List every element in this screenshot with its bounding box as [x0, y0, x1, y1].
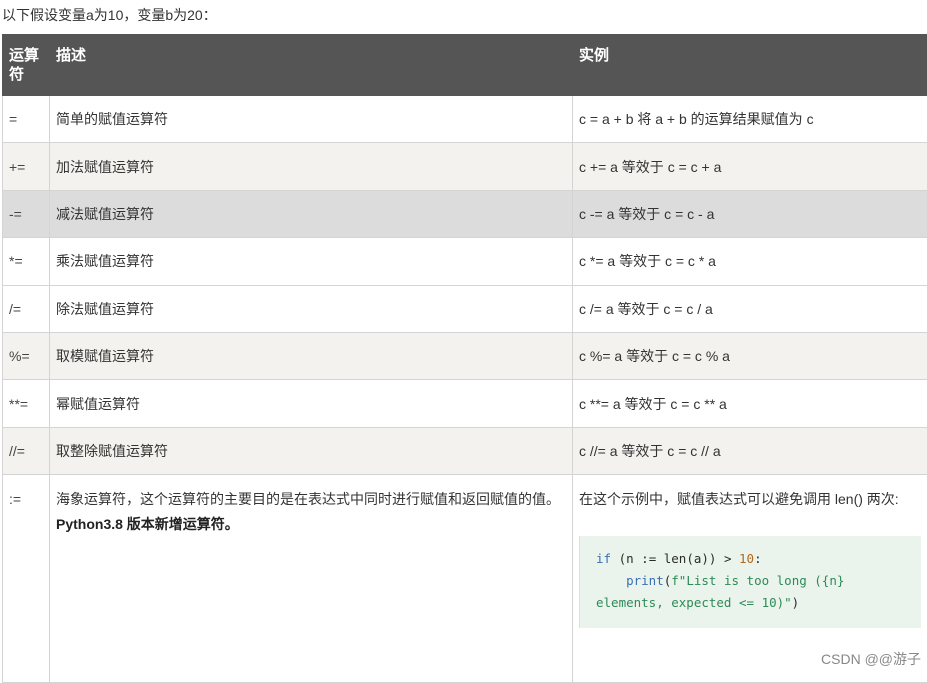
table-row: %= 取模赋值运算符 c %= a 等效于 c = c % a: [3, 332, 927, 379]
table-row: /= 除法赋值运算符 c /= a 等效于 c = c / a: [3, 285, 927, 332]
header-example: 实例: [573, 35, 927, 96]
example-cell: c += a 等效于 c = c + a: [573, 143, 927, 190]
header-operator: 运算符: [3, 35, 50, 96]
intro-text: 以下假设变量a为10，变量b为20：: [2, 5, 922, 25]
table-row: += 加法赋值运算符 c += a 等效于 c = c + a: [3, 143, 927, 190]
description-cell: 取模赋值运算符: [50, 332, 573, 379]
code-colon: :: [754, 551, 762, 566]
code-number: 10: [739, 551, 754, 566]
operator-cell: =: [3, 96, 50, 143]
description-cell: 简单的赋值运算符: [50, 96, 573, 143]
table-row: -= 减法赋值运算符 c -= a 等效于 c = c - a: [3, 190, 927, 237]
description-cell: 除法赋值运算符: [50, 285, 573, 332]
description-cell: 加法赋值运算符: [50, 143, 573, 190]
operator-cell: -=: [3, 190, 50, 237]
walrus-description: 海象运算符，这个运算符的主要目的是在表达式中同时进行赋值和返回赋值的值。: [56, 491, 560, 507]
example-cell: c *= a 等效于 c = c * a: [573, 238, 927, 285]
description-cell: 海象运算符，这个运算符的主要目的是在表达式中同时进行赋值和返回赋值的值。 Pyth…: [50, 475, 573, 683]
operator-cell: :=: [3, 475, 50, 683]
code-print: print: [626, 573, 664, 588]
operator-cell: +=: [3, 143, 50, 190]
example-cell: c /= a 等效于 c = c / a: [573, 285, 927, 332]
operator-cell: /=: [3, 285, 50, 332]
description-cell: 幂赋值运算符: [50, 380, 573, 427]
table-header-row: 运算符 描述 实例: [3, 35, 927, 96]
code-condition: (n := len(a)) >: [611, 551, 739, 566]
code-block: if (n := len(a)) > 10: print(f"List is t…: [579, 536, 921, 628]
code-paren-close: ): [792, 595, 800, 610]
description-cell: 减法赋值运算符: [50, 190, 573, 237]
example-cell: c = a + b 将 a + b 的运算结果赋值为 c: [573, 96, 927, 143]
assignment-operators-table: 运算符 描述 实例 = 简单的赋值运算符 c = a + b 将 a + b 的…: [2, 34, 927, 683]
table-row: = 简单的赋值运算符 c = a + b 将 a + b 的运算结果赋值为 c: [3, 96, 927, 143]
table-row: *= 乘法赋值运算符 c *= a 等效于 c = c * a: [3, 238, 927, 285]
operator-cell: *=: [3, 238, 50, 285]
walrus-example-text: 在这个示例中，赋值表达式可以避免调用 len() 两次:: [579, 487, 921, 512]
walrus-version-note: Python3.8 版本新增运算符。: [56, 516, 239, 532]
code-indent: [596, 573, 626, 588]
example-cell: c **= a 等效于 c = c ** a: [573, 380, 927, 427]
csdn-watermark: CSDN @@游子: [821, 649, 921, 669]
code-keyword-if: if: [596, 551, 611, 566]
example-cell: c %= a 等效于 c = c % a: [573, 332, 927, 379]
operator-cell: //=: [3, 427, 50, 474]
header-description: 描述: [50, 35, 573, 96]
table-row-walrus: := 海象运算符，这个运算符的主要目的是在表达式中同时进行赋值和返回赋值的值。 P…: [3, 475, 927, 683]
description-cell: 乘法赋值运算符: [50, 238, 573, 285]
description-cell: 取整除赋值运算符: [50, 427, 573, 474]
example-cell: c -= a 等效于 c = c - a: [573, 190, 927, 237]
operator-cell: **=: [3, 380, 50, 427]
operator-cell: %=: [3, 332, 50, 379]
example-cell: c //= a 等效于 c = c // a: [573, 427, 927, 474]
table-row: //= 取整除赋值运算符 c //= a 等效于 c = c // a: [3, 427, 927, 474]
table-row: **= 幂赋值运算符 c **= a 等效于 c = c ** a: [3, 380, 927, 427]
